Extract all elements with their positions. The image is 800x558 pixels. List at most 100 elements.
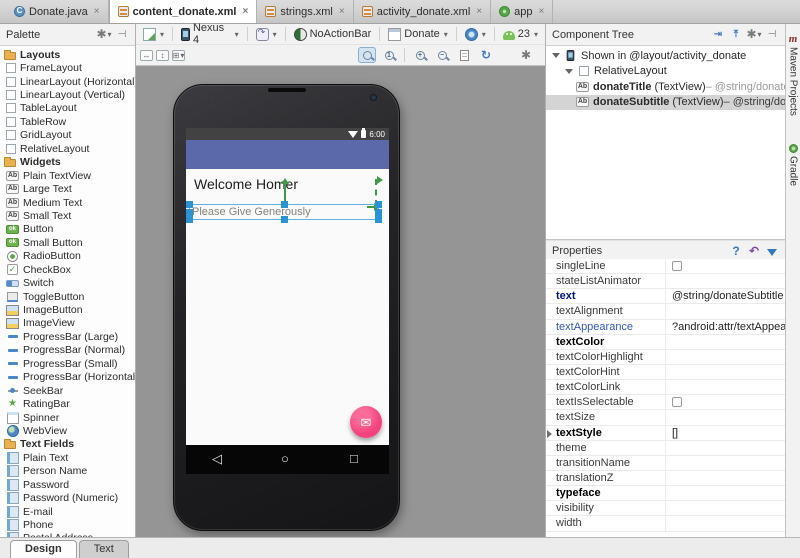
floating-action-button[interactable]: [350, 406, 382, 438]
expander-icon[interactable]: [552, 53, 560, 58]
palette-item-ratingbar[interactable]: RatingBar: [0, 397, 135, 410]
palette-item-framelayout[interactable]: FrameLayout: [0, 61, 135, 74]
property-row-textalignment[interactable]: textAlignment: [546, 304, 785, 319]
editor-tab-app[interactable]: app: [491, 0, 553, 23]
property-row-singleline[interactable]: singleLine: [546, 259, 785, 274]
palette-item-tablelayout[interactable]: TableLayout: [0, 102, 135, 115]
resize-handle-e[interactable]: [375, 209, 382, 216]
palette-item-imagebutton[interactable]: ImageButton: [0, 303, 135, 316]
resize-handle-ne[interactable]: [375, 201, 382, 208]
palette-item-seekbar[interactable]: SeekBar: [0, 384, 135, 397]
editor-tab-activity_donate-xml[interactable]: activity_donate.xml: [354, 0, 491, 23]
palette-item-person-name[interactable]: Person Name: [0, 465, 135, 478]
palette-item-text-fields[interactable]: Text Fields: [0, 438, 135, 451]
palette-item-webview[interactable]: WebView: [0, 424, 135, 437]
property-row-textcolorhint[interactable]: textColorHint: [546, 365, 785, 380]
home-icon[interactable]: [281, 452, 289, 466]
close-tab-icon[interactable]: [339, 6, 345, 17]
hide-panel-icon[interactable]: ⊣: [765, 28, 779, 42]
editor-tab-donate-java[interactable]: Donate.java: [6, 0, 109, 23]
editor-tab-strings-xml[interactable]: strings.xml: [257, 0, 353, 23]
device-selector[interactable]: Nexus 4: [178, 21, 242, 47]
locale-selector[interactable]: [462, 27, 489, 42]
mode-tab-design[interactable]: Design: [10, 540, 77, 558]
palette-item-switch[interactable]: Switch: [0, 276, 135, 289]
property-row-textcolorlink[interactable]: textColorLink: [546, 380, 785, 395]
property-value[interactable]: []: [666, 427, 785, 439]
activity-selector[interactable]: Donate: [385, 27, 451, 42]
layout-content[interactable]: Welcome Homer: [186, 169, 389, 445]
collapse-all-icon[interactable]: ⤒: [729, 28, 743, 42]
palette-item-progressbar-normal-[interactable]: ProgressBar (Normal): [0, 344, 135, 357]
zoom-in-button[interactable]: +: [411, 47, 429, 63]
palette-item-radiobutton[interactable]: RadioButton: [0, 250, 135, 263]
palette-item-imageview[interactable]: ImageView: [0, 317, 135, 330]
tree-settings-gear-icon[interactable]: [747, 28, 761, 42]
close-tab-icon[interactable]: [538, 6, 544, 17]
api-level-selector[interactable]: 23: [500, 27, 541, 41]
tree-row-donatesubtitle[interactable]: donateSubtitle(TextView)@string/donateSu…: [546, 95, 785, 111]
refresh-button[interactable]: [477, 47, 495, 63]
palette-settings-gear-icon[interactable]: [97, 28, 111, 42]
restore-defaults-icon[interactable]: [747, 244, 761, 258]
close-tab-icon[interactable]: [476, 6, 482, 17]
property-row-text[interactable]: text@string/donateSubtitle: [546, 289, 785, 304]
palette-item-linearlayout-vertical-[interactable]: LinearLayout (Vertical): [0, 88, 135, 101]
zoom-fit-button[interactable]: [358, 47, 376, 63]
mode-tab-text[interactable]: Text: [79, 540, 129, 558]
expand-all-icon[interactable]: ⇥: [711, 28, 725, 42]
palette-item-small-text[interactable]: Small Text: [0, 209, 135, 222]
palette-item-progressbar-horizontal-[interactable]: ProgressBar (Horizontal): [0, 371, 135, 384]
palette-item-gridlayout[interactable]: GridLayout: [0, 129, 135, 142]
palette-item-tablerow[interactable]: TableRow: [0, 115, 135, 128]
palette-item-password[interactable]: Password: [0, 478, 135, 491]
match-constraint-vertical-icon[interactable]: ↕: [156, 50, 169, 61]
theme-selector[interactable]: NoActionBar: [291, 27, 375, 42]
palette-item-layouts[interactable]: Layouts: [0, 48, 135, 61]
orientation-selector[interactable]: [253, 27, 280, 42]
checkbox[interactable]: [672, 261, 682, 271]
close-tab-icon[interactable]: [94, 6, 100, 17]
property-row-textsize[interactable]: textSize: [546, 410, 785, 425]
property-row-textstyle[interactable]: textStyle[]: [546, 426, 785, 441]
palette-item-medium-text[interactable]: Medium Text: [0, 196, 135, 209]
property-row-textcolor[interactable]: textColor: [546, 335, 785, 350]
donate-subtitle-textview[interactable]: Please Give Generously: [192, 206, 311, 218]
tree-row-shown-in-layout-activity_donate[interactable]: Shown in @layout/activity_donate: [546, 48, 785, 64]
close-tab-icon[interactable]: [242, 6, 248, 17]
palette-item-phone[interactable]: Phone: [0, 518, 135, 531]
palette-item-checkbox[interactable]: CheckBox: [0, 263, 135, 276]
palette-item-spinner[interactable]: Spinner: [0, 411, 135, 424]
preview-xml-button[interactable]: [455, 47, 473, 63]
zoom-actual-button[interactable]: 1: [380, 47, 398, 63]
design-surface-button[interactable]: [140, 27, 167, 42]
property-row-textisselectable[interactable]: textIsSelectable: [546, 395, 785, 410]
palette-item-small-button[interactable]: Small Button: [0, 236, 135, 249]
palette-item-postal-address[interactable]: Postal Address: [0, 532, 135, 537]
palette-item-linearlayout-horizontal-[interactable]: LinearLayout (Horizontal): [0, 75, 135, 88]
zoom-out-button[interactable]: −: [433, 47, 451, 63]
palette-item-progressbar-small-[interactable]: ProgressBar (Small): [0, 357, 135, 370]
tree-row-donatetitle[interactable]: donateTitle(TextView)@string/donateTitle: [546, 79, 785, 95]
property-value[interactable]: @string/donateSubtitle: [666, 290, 785, 302]
property-row-typeface[interactable]: typeface: [546, 486, 785, 501]
property-row-statelistanimator[interactable]: stateListAnimator: [546, 274, 785, 289]
tool-window-button-maven-projects[interactable]: Maven Projects: [788, 34, 799, 116]
palette-item-large-text[interactable]: Large Text: [0, 182, 135, 195]
palette-item-widgets[interactable]: Widgets: [0, 156, 135, 169]
expander-icon[interactable]: [565, 69, 573, 74]
palette-item-password-numeric-[interactable]: Password (Numeric): [0, 491, 135, 504]
match-constraint-horizontal-icon[interactable]: ↔: [140, 50, 153, 61]
checkbox[interactable]: [672, 397, 682, 407]
design-surface[interactable]: 6:00 Welcome Homer: [136, 66, 545, 537]
property-row-transitionname[interactable]: transitionName: [546, 456, 785, 471]
palette-item-plain-text[interactable]: Plain Text: [0, 451, 135, 464]
palette-item-button[interactable]: Button: [0, 223, 135, 236]
help-icon[interactable]: ?: [729, 244, 743, 258]
tool-window-button-gradle[interactable]: Gradle: [788, 144, 799, 186]
property-row-textcolorhighlight[interactable]: textColorHighlight: [546, 350, 785, 365]
tree-row-relativelayout[interactable]: RelativeLayout: [546, 64, 785, 80]
palette-item-togglebutton[interactable]: ToggleButton: [0, 290, 135, 303]
palette-item-relativelayout[interactable]: RelativeLayout: [0, 142, 135, 155]
palette-item-progressbar-large-[interactable]: ProgressBar (Large): [0, 330, 135, 343]
